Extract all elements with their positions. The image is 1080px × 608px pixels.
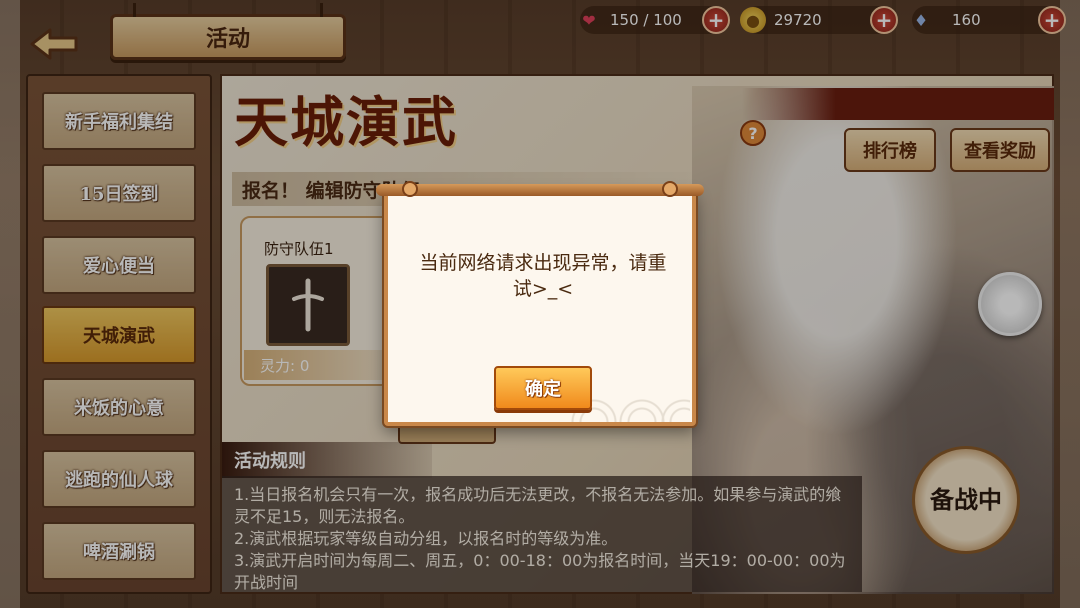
network-error-dialog: 当前网络请求出现异常，请重试>_< 确定: [376, 181, 704, 426]
scroll-knob-left: [402, 181, 418, 197]
scroll-knob-right: [662, 181, 678, 197]
scroll-rod: [376, 181, 704, 197]
dialog-message: 当前网络请求出现异常，请重试>_<: [419, 252, 667, 300]
confirm-button[interactable]: 确定: [494, 366, 592, 410]
